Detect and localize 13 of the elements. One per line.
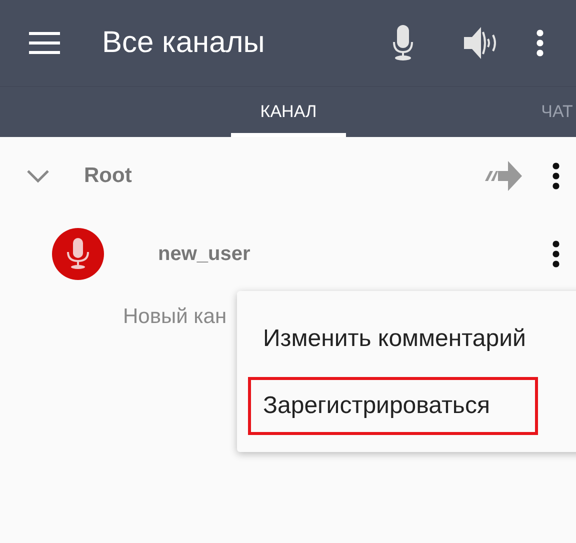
- chevron-icon[interactable]: [26, 169, 50, 183]
- channel-name: Root: [84, 164, 133, 188]
- user-name[interactable]: new_user: [158, 242, 552, 266]
- more-icon[interactable]: [552, 162, 560, 190]
- more-icon[interactable]: [536, 29, 544, 57]
- tab[interactable]: КАНАЛ: [231, 87, 346, 137]
- menu-icon[interactable]: [29, 32, 60, 54]
- more-icon[interactable]: [552, 240, 560, 268]
- menu-item[interactable]: Изменить комментарий: [237, 310, 576, 368]
- arrow-icon[interactable]: [484, 161, 522, 191]
- menu-item[interactable]: Зарегистрироваться: [248, 377, 538, 435]
- microphone-icon[interactable]: [392, 25, 414, 61]
- app-title: Все каналы: [102, 26, 266, 60]
